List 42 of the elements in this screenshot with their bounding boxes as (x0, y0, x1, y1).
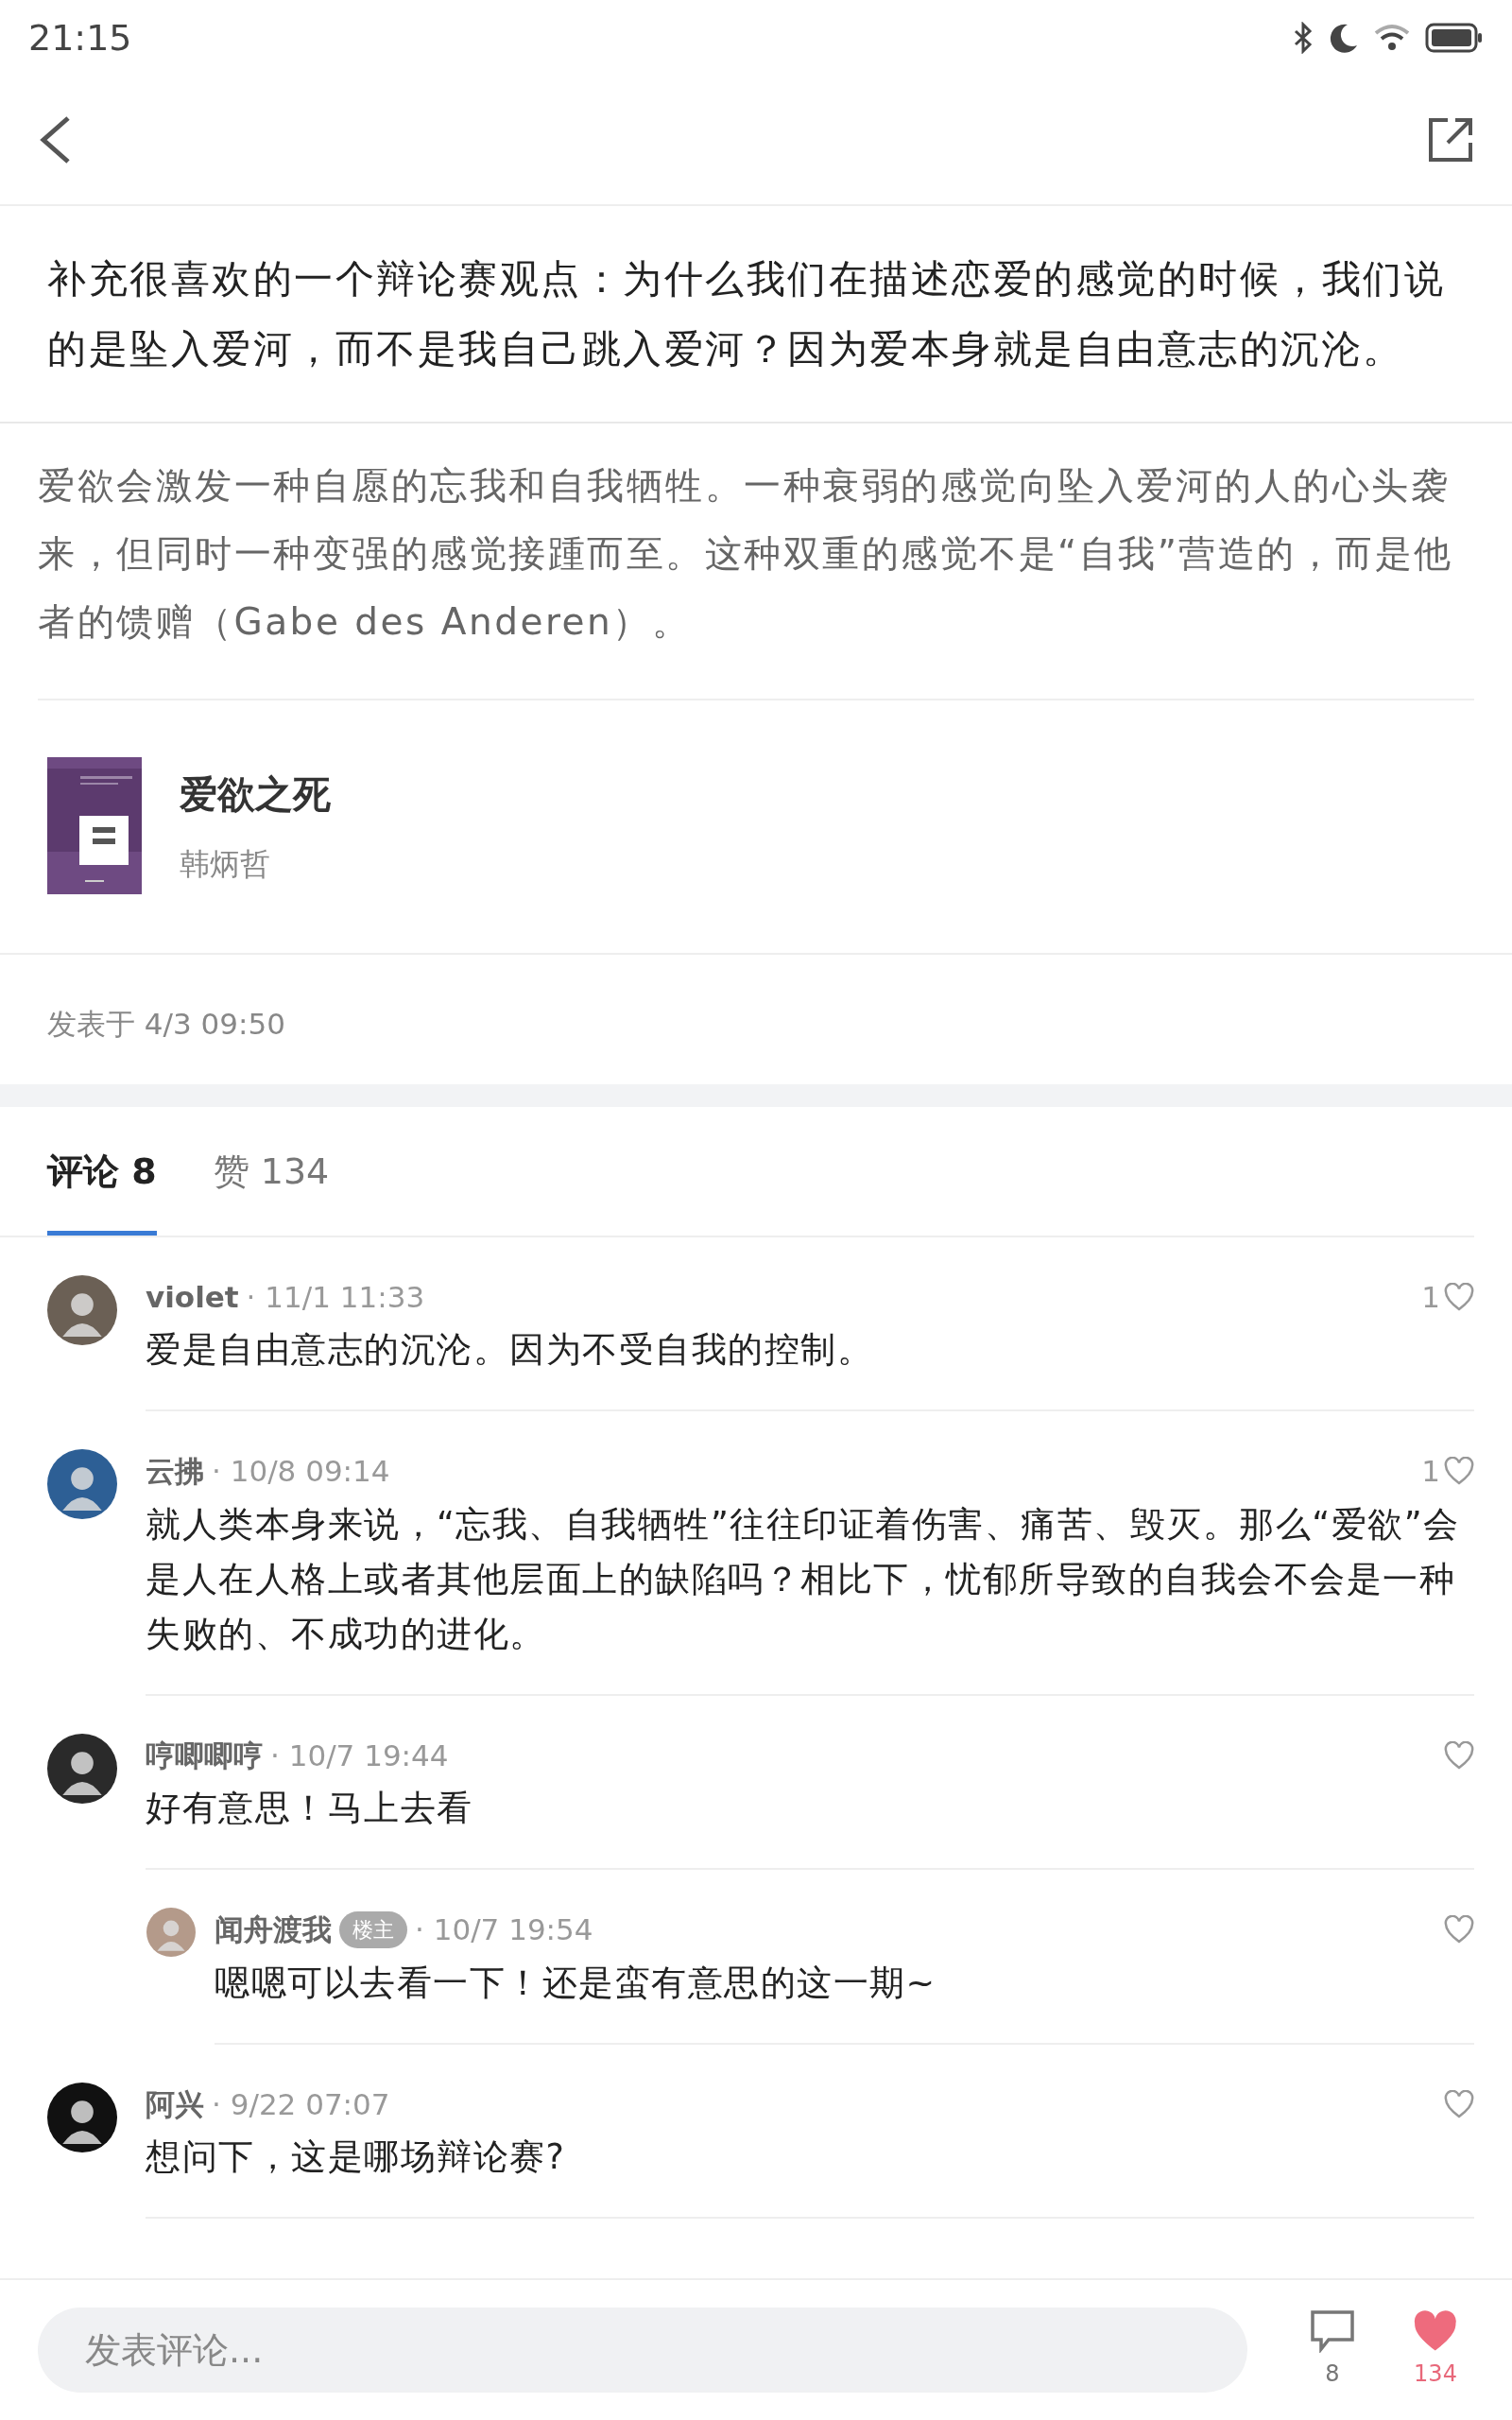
heart-icon[interactable] (1444, 1740, 1474, 1770)
heart-icon[interactable] (1444, 2089, 1474, 2118)
book-title[interactable]: 爱欲之死 (180, 765, 331, 822)
tab[interactable]: 赞 134 (213, 1144, 330, 1236)
bluetooth-icon (1293, 22, 1314, 54)
comment-text: 想问下，这是哪场辩论赛? (146, 2135, 567, 2179)
heart-icon (1412, 2309, 1459, 2353)
heart-icon[interactable] (1444, 1457, 1474, 1486)
author-badge: 楼主 (339, 1910, 407, 1948)
tab[interactable]: 评论 8 (47, 1144, 157, 1236)
comment-time: · 9/22 07:07 (212, 2085, 390, 2123)
comment-time: · 10/8 09:14 (212, 1453, 390, 1490)
like-button[interactable]: 134 (1406, 2308, 1465, 2392)
comment-author[interactable]: violet (146, 1274, 239, 1319)
like-count: 1 (1421, 1453, 1440, 1490)
avatar (146, 1908, 196, 1957)
moon-icon (1329, 23, 1359, 53)
like-count: 1 (1421, 1278, 1440, 1316)
post-text: 补充很喜欢的一个辩论赛观点：为什么我们在描述恋爱的感觉的时候，我们说的是坠入爱河，而不是我自己跳入爱河？因为爱本身就是自由意志的沉沦。 (0, 206, 1512, 424)
quote-text: 爱欲会激发一种自愿的忘我和自我牺牲。一种衰弱的感觉向坠入爱河的人的心头袭来，但同时一种变强的感觉接踵而至。这种双重的感觉不是“自我”营造的，而是他者的馈赠（Gabe des Anderen）。 (37, 463, 1454, 645)
book-author: 韩炳哲 (180, 844, 271, 884)
comment-author[interactable]: 闻舟渡我 (215, 1908, 332, 1952)
heart-icon[interactable] (1444, 1915, 1474, 1945)
heart-icon[interactable] (1444, 1282, 1474, 1311)
clock-time: 21:15 (28, 15, 132, 60)
wifi-icon (1374, 24, 1410, 52)
comment-time: · 11/1 11:33 (246, 1278, 425, 1316)
comment-author[interactable]: 哼唧唧哼 (146, 1733, 263, 1777)
comment-time: · 10/7 19:44 (270, 1737, 449, 1774)
back-icon[interactable] (38, 115, 72, 164)
comment-time: · 10/7 19:54 (415, 1911, 593, 1948)
comment-text: 爱是自由意志的沉沦。因为不受自我的控制。 (146, 1328, 874, 1372)
battery-icon (1425, 23, 1484, 53)
comment-author[interactable]: 云拂 (146, 1449, 204, 1494)
comment-text: 嗯嗯可以去看一下！还是蛮有意思的这一期~ (215, 1961, 937, 2005)
speech-bubble-icon (1310, 2309, 1355, 2353)
share-icon[interactable] (1427, 116, 1474, 164)
comment-input[interactable]: 发表评论... (38, 2308, 1247, 2393)
comment-button[interactable]: 8 (1304, 2308, 1361, 2392)
comment-author[interactable]: 阿兴 (146, 2082, 204, 2126)
comment-text: 就人类本身来说，“忘我、自我牺牲”往往印证着伤害、痛苦、毁灭。那么“爱欲”会是人在人格上或者其他层面上的缺陷吗？相比下，忧郁所导致的自我会不会是一种失败的、不成功的进化。 (146, 1502, 1461, 1656)
comment-text: 好有意思！马上去看 (146, 1787, 474, 1830)
